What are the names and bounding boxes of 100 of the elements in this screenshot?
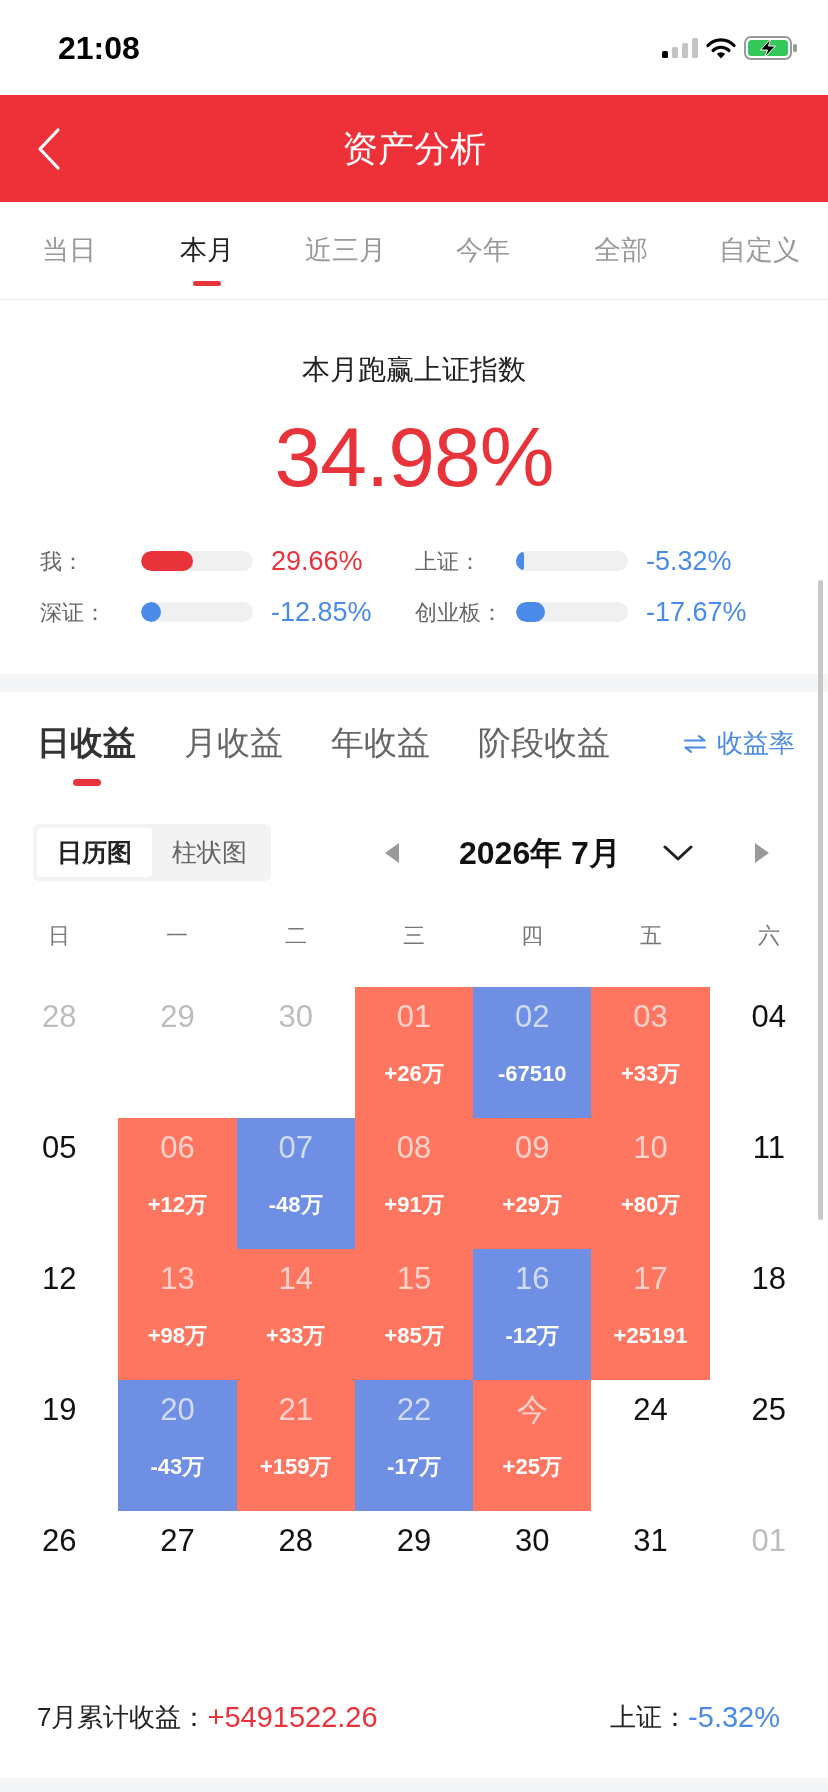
- back-icon[interactable]: [36, 127, 62, 171]
- outperform-percentage: 34.98%: [274, 410, 554, 504]
- calendar-day-cell[interactable]: 03 +33万: [591, 987, 710, 1118]
- day-number: 26: [41, 1523, 77, 1559]
- day-number: 01: [751, 1523, 787, 1559]
- day-number: 01: [396, 999, 432, 1035]
- daily-profit: +80万: [620, 1191, 681, 1219]
- comparison-label: 上证：: [415, 547, 482, 576]
- range-tab[interactable]: 近三月: [276, 232, 414, 286]
- calendar-day-cell[interactable]: 21 +159万: [236, 1380, 355, 1511]
- calendar-day-cell[interactable]: 14 +33万: [236, 1249, 355, 1380]
- daily-profit: +33万: [620, 1060, 681, 1088]
- weekday-label: 四: [521, 922, 544, 950]
- comparison-label: 创业板：: [415, 598, 504, 627]
- calendar-day-cell[interactable]: 06 +12万: [118, 1118, 237, 1249]
- daily-profit: +29万: [502, 1191, 562, 1219]
- daily-profit: -12万: [505, 1322, 560, 1350]
- day-number: 30: [515, 1523, 550, 1559]
- day-number: 03: [633, 999, 668, 1035]
- day-number: 07: [278, 1130, 313, 1166]
- calendar-day-cell[interactable]: 17 +25191: [591, 1249, 710, 1380]
- range-tab[interactable]: 当日: [0, 232, 138, 286]
- day-number: 29: [396, 1523, 432, 1559]
- earnings-tab[interactable]: 日收益: [37, 722, 136, 786]
- comparison-value: -17.67%: [646, 595, 747, 629]
- rate-toggle[interactable]: 收益率: [683, 724, 795, 762]
- calendar-day-cell[interactable]: 今 +25万: [473, 1380, 592, 1511]
- calendar-day-cell[interactable]: 02 -67510: [473, 987, 592, 1118]
- day-number: 29: [160, 999, 195, 1035]
- status-time: 21:08: [58, 31, 140, 64]
- range-tab[interactable]: 本月: [138, 232, 276, 286]
- calendar-day-cell[interactable]: 16 -12万: [473, 1249, 592, 1380]
- day-number: 08: [396, 1130, 432, 1166]
- calendar-day-cell[interactable]: 15 +85万: [354, 1249, 474, 1380]
- right-triangle-icon[interactable]: [754, 842, 769, 863]
- day-number: 10: [633, 1130, 668, 1166]
- month-title[interactable]: 2026年 7月: [459, 828, 621, 877]
- weekday-label: 二: [284, 922, 307, 950]
- day-number: 19: [41, 1392, 77, 1428]
- index-label: 上证：: [610, 1701, 689, 1734]
- calendar-day-cell[interactable]: 13 +98万: [118, 1249, 237, 1380]
- comparison-value: 29.66%: [271, 544, 363, 578]
- daily-profit: +25191: [613, 1322, 688, 1350]
- signal-icon: [662, 37, 698, 58]
- calendar-day-cell[interactable]: 01 +26万: [354, 987, 474, 1118]
- weekday-label: 五: [639, 922, 662, 950]
- earnings-tab[interactable]: 阶段收益: [478, 722, 610, 786]
- weekday-label: 六: [757, 922, 780, 950]
- daily-profit: +91万: [384, 1191, 444, 1219]
- daily-profit: +12万: [147, 1191, 208, 1219]
- day-number: 02: [515, 999, 550, 1035]
- comparison-value: -12.85%: [271, 595, 372, 629]
- day-number: 05: [41, 1130, 77, 1166]
- earnings-tab[interactable]: 年收益: [331, 722, 430, 786]
- day-number: 31: [633, 1523, 668, 1559]
- daily-profit: +25万: [502, 1453, 562, 1481]
- summary-title: 本月跑赢上证指数: [302, 354, 526, 385]
- daily-profit: +159万: [259, 1453, 332, 1481]
- weekday-label: 日: [48, 922, 71, 950]
- view-option[interactable]: 日历图: [37, 828, 152, 877]
- weekday-label: 一: [166, 922, 189, 950]
- daily-profit: +98万: [147, 1322, 208, 1350]
- chevron-down-icon[interactable]: [662, 844, 693, 861]
- page-title: 资产分析: [342, 130, 486, 167]
- day-number: 09: [515, 1130, 550, 1166]
- calendar-day-cell[interactable]: 10 +80万: [591, 1118, 710, 1249]
- comparison-value: -5.32%: [646, 544, 732, 578]
- view-option[interactable]: 柱状图: [152, 828, 267, 877]
- comparison-label: 深证：: [40, 598, 107, 627]
- daily-profit: +26万: [384, 1060, 444, 1088]
- daily-profit: +33万: [266, 1322, 326, 1350]
- day-number: 20: [160, 1392, 195, 1428]
- day-number: 28: [278, 1523, 313, 1559]
- day-number: 11: [752, 1130, 785, 1166]
- calendar-day-cell[interactable]: 22 -17万: [354, 1380, 474, 1511]
- monthly-total-value: +5491522.26: [207, 1700, 378, 1735]
- day-number: 30: [278, 999, 313, 1035]
- day-number: 06: [160, 1130, 195, 1166]
- day-number: 21: [278, 1392, 313, 1428]
- day-number: 15: [396, 1261, 432, 1297]
- daily-profit: -17万: [387, 1453, 441, 1481]
- index-value: -5.32%: [688, 1700, 780, 1735]
- calendar-day-cell[interactable]: 08 +91万: [354, 1118, 474, 1249]
- range-tab[interactable]: 今年: [414, 232, 552, 286]
- monthly-total-label: 7月累计收益：: [37, 1701, 208, 1734]
- calendar-day-cell[interactable]: 07 -48万: [236, 1118, 355, 1249]
- daily-profit: -67510: [498, 1060, 567, 1088]
- calendar-day-cell[interactable]: 09 +29万: [473, 1118, 592, 1249]
- calendar-day-cell[interactable]: 20 -43万: [118, 1380, 237, 1511]
- day-number: 16: [515, 1261, 550, 1297]
- range-tab[interactable]: 自定义: [690, 232, 828, 286]
- daily-profit: +85万: [384, 1322, 444, 1350]
- day-number: 25: [751, 1392, 787, 1428]
- day-number: 12: [41, 1261, 77, 1297]
- left-triangle-icon[interactable]: [385, 842, 399, 863]
- weekday-label: 三: [403, 922, 425, 950]
- day-number: 18: [751, 1261, 787, 1297]
- earnings-tab[interactable]: 月收益: [184, 722, 283, 786]
- daily-profit: -43万: [150, 1453, 205, 1481]
- range-tab[interactable]: 全部: [552, 232, 690, 286]
